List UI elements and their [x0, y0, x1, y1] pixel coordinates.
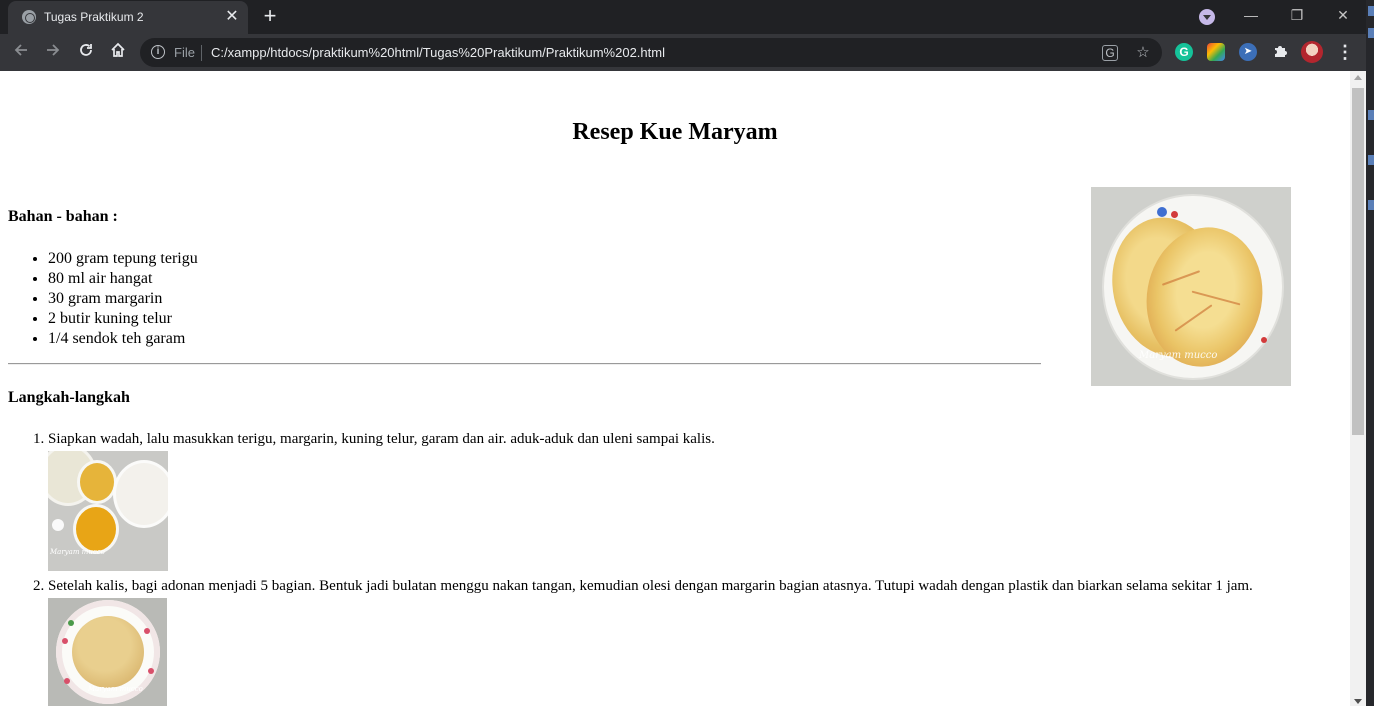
page-scrollbar[interactable]	[1350, 71, 1366, 706]
minimize-window-button[interactable]: —	[1228, 0, 1274, 30]
grammarly-extension-icon[interactable]: G	[1175, 43, 1193, 61]
flour-bowl	[116, 463, 168, 525]
plate-flower-decoration	[1261, 337, 1267, 343]
list-item: 30 gram margarin	[48, 289, 198, 309]
list-item: 1/4 sendok teh garam	[48, 329, 198, 349]
close-tab-icon[interactable]: ✕	[222, 7, 242, 27]
margarine-bowl	[80, 463, 114, 501]
site-info-icon[interactable]: i	[151, 45, 165, 59]
plate-flower-decoration	[68, 620, 74, 626]
translate-icon[interactable]: G	[1102, 45, 1118, 61]
url-text[interactable]: C:/xampp/htdocs/praktikum%20html/Tugas%2…	[211, 45, 665, 60]
page-viewport: Resep Kue Maryam Maryam mucco Bahan - ba…	[0, 71, 1350, 706]
ingredients-list: 200 gram tepung terigu 80 ml air hangat …	[48, 249, 198, 349]
scheme-separator	[201, 45, 202, 61]
ingredients-bowls-photo: Maryam mucco	[48, 451, 168, 571]
page-heading: Resep Kue Maryam	[572, 119, 778, 145]
close-window-button[interactable]: ✕	[1320, 0, 1366, 30]
profile-avatar[interactable]	[1301, 41, 1323, 63]
extensions-puzzle-icon[interactable]	[1271, 43, 1289, 61]
color-picker-extension-icon[interactable]	[1207, 43, 1225, 61]
new-tab-button[interactable]: +	[258, 5, 282, 29]
step-text: Setelah kalis, bagi adonan menjadi 5 bag…	[48, 578, 1253, 594]
browser-toolbar: i File C:/xampp/htdocs/praktikum%20html/…	[0, 34, 1374, 71]
kue-maryam-photo: Maryam mucco	[1091, 187, 1291, 386]
forward-arrow-icon[interactable]	[41, 40, 65, 64]
list-item: Siapkan wadah, lalu masukkan terigu, mar…	[48, 430, 1338, 571]
browser-tab[interactable]: Tugas Praktikum 2 ✕	[8, 1, 248, 34]
step-text: Siapkan wadah, lalu masukkan terigu, mar…	[48, 431, 715, 447]
plate-flower-decoration	[148, 668, 154, 674]
plate-flower-decoration	[1157, 207, 1167, 217]
steps-list: Siapkan wadah, lalu masukkan terigu, mar…	[48, 430, 1338, 706]
chrome-menu-icon[interactable]: ⋮	[1336, 40, 1354, 64]
scheme-label: File	[174, 45, 195, 60]
back-arrow-icon[interactable]	[9, 40, 33, 64]
photo-watermark: Maryam mucco	[88, 685, 143, 693]
tab-strip: Tugas Praktikum 2 ✕ + — ❐ ✕	[0, 0, 1374, 34]
plate-flower-decoration	[1171, 211, 1178, 218]
steps-title: Langkah-langkah	[8, 389, 130, 406]
plate-flower-decoration	[64, 678, 70, 684]
desktop-edge	[1366, 0, 1374, 706]
photo-watermark: Maryam mucco	[1139, 350, 1218, 361]
address-bar[interactable]: i File C:/xampp/htdocs/praktikum%20html/…	[140, 38, 1162, 67]
plate-flower-decoration	[62, 638, 68, 644]
scroll-up-arrow-icon[interactable]	[1354, 75, 1362, 80]
dough-ball-photo: Maryam mucco	[48, 598, 167, 706]
list-item: Setelah kalis, bagi adonan menjadi 5 bag…	[48, 577, 1338, 706]
photo-watermark: Maryam mucco	[50, 548, 105, 556]
tab-search-icon[interactable]	[1199, 9, 1215, 25]
tab-title: Tugas Praktikum 2	[44, 10, 144, 24]
list-item: 2 butir kuning telur	[48, 309, 198, 329]
list-item: 80 ml air hangat	[48, 269, 198, 289]
ingredients-title: Bahan - bahan :	[8, 208, 118, 225]
list-item: 200 gram tepung terigu	[48, 249, 198, 269]
salt-dish	[52, 519, 64, 531]
cursor-extension-icon[interactable]: ➤	[1239, 43, 1257, 61]
section-divider	[8, 363, 1041, 365]
scrollbar-thumb[interactable]	[1352, 88, 1364, 435]
scroll-down-arrow-icon[interactable]	[1354, 699, 1362, 704]
restore-window-button[interactable]: ❐	[1274, 0, 1320, 30]
dough-ball	[72, 616, 144, 688]
home-icon[interactable]	[106, 40, 130, 64]
bookmark-star-icon[interactable]: ☆	[1134, 44, 1152, 62]
reload-icon[interactable]	[74, 40, 98, 64]
plate-flower-decoration	[144, 628, 150, 634]
globe-icon	[22, 10, 36, 24]
